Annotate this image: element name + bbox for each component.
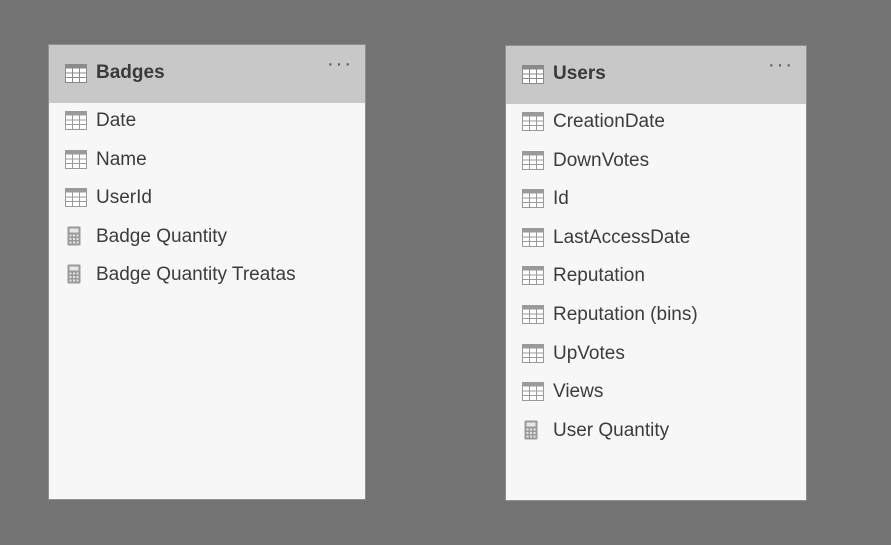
field-item[interactable]: UserId bbox=[49, 182, 365, 212]
table-column-icon bbox=[522, 112, 544, 131]
table-column-icon bbox=[65, 188, 87, 208]
field-label: UpVotes bbox=[553, 342, 625, 364]
field-item[interactable]: LastAccessDate bbox=[506, 222, 806, 252]
table-header[interactable]: Users ··· bbox=[506, 46, 806, 104]
field-item[interactable]: Badge Quantity Treatas bbox=[49, 259, 365, 289]
field-item[interactable]: User Quantity bbox=[506, 415, 806, 445]
table-card-users[interactable]: Users ··· CreationDate DownVotes Id LastAcc… bbox=[505, 45, 807, 501]
field-label: LastAccessDate bbox=[553, 226, 691, 248]
more-options-button[interactable]: ··· bbox=[327, 53, 353, 76]
field-item[interactable]: Id bbox=[506, 183, 806, 213]
table-column-icon bbox=[522, 227, 544, 247]
field-label: Id bbox=[553, 188, 569, 210]
table-column-icon bbox=[522, 343, 544, 363]
field-label: Views bbox=[553, 381, 604, 403]
calculator-icon bbox=[67, 226, 81, 246]
field-label: Reputation (bins) bbox=[553, 304, 698, 325]
table-column-icon bbox=[522, 382, 544, 402]
field-item[interactable]: Reputation (bins) bbox=[506, 299, 806, 329]
table-title: Badges bbox=[96, 62, 165, 83]
field-label: Reputation bbox=[553, 265, 645, 287]
table-icon bbox=[522, 65, 544, 84]
field-label: Badge Quantity Treatas bbox=[96, 264, 296, 286]
table-column-icon bbox=[522, 305, 544, 324]
calculator-icon bbox=[524, 420, 538, 440]
field-label: Badge Quantity bbox=[96, 225, 227, 247]
field-item[interactable]: Badge Quantity bbox=[49, 221, 365, 251]
calculator-icon bbox=[67, 264, 81, 284]
field-label: User Quantity bbox=[553, 419, 670, 441]
field-item[interactable]: Views bbox=[506, 376, 806, 406]
table-title: Users bbox=[553, 63, 606, 84]
field-label: Name bbox=[96, 148, 147, 170]
field-item[interactable]: Date bbox=[49, 105, 365, 135]
table-icon bbox=[65, 64, 87, 83]
field-item[interactable]: Name bbox=[49, 144, 365, 174]
field-label: CreationDate bbox=[553, 111, 665, 132]
field-item[interactable]: CreationDate bbox=[506, 106, 806, 136]
table-column-icon bbox=[522, 189, 544, 209]
table-column-icon bbox=[65, 149, 87, 169]
field-label: DownVotes bbox=[553, 149, 650, 171]
table-header[interactable]: Badges ··· bbox=[49, 45, 365, 103]
table-column-icon bbox=[522, 150, 544, 170]
more-options-button[interactable]: ··· bbox=[768, 54, 794, 77]
field-label: UserId bbox=[96, 187, 152, 209]
table-column-icon bbox=[65, 111, 87, 130]
field-label: Date bbox=[96, 110, 137, 131]
table-card-badges[interactable]: Badges ··· Date Name UserId Badge Quantity B… bbox=[48, 44, 366, 500]
field-item[interactable]: DownVotes bbox=[506, 145, 806, 175]
table-column-icon bbox=[522, 266, 544, 286]
field-item[interactable]: UpVotes bbox=[506, 338, 806, 368]
field-item[interactable]: Reputation bbox=[506, 260, 806, 290]
